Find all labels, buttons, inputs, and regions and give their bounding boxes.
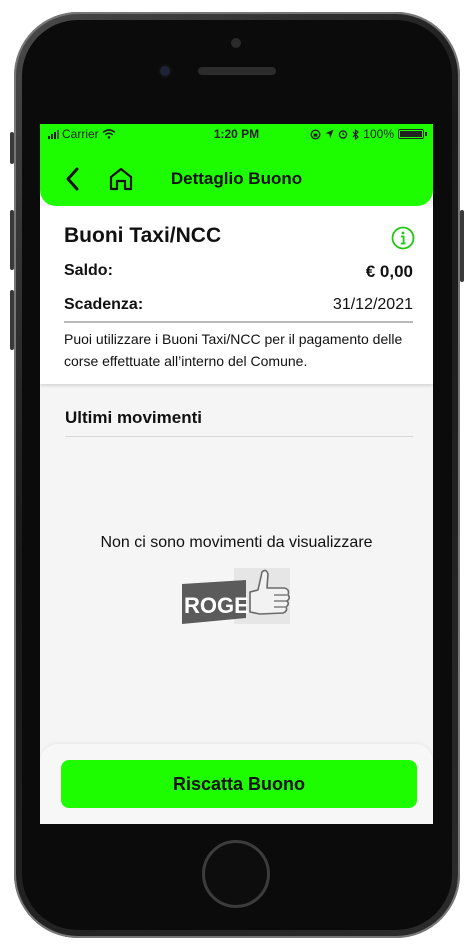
empty-state-text: Non ci sono movimenti da visualizzare [100,534,373,551]
mute-switch [10,132,14,164]
location-icon [325,129,334,139]
roger-logo: ROGER [182,568,291,624]
earpiece-speaker [198,67,276,75]
front-camera [160,66,170,76]
page-title: Dettaglio Buono [170,169,303,188]
saldo-label: Saldo: [64,262,113,279]
redeem-voucher-button[interactable]: Riscatta Buono [61,760,417,808]
navigation-bar: Dettaglio Buono [40,162,433,196]
battery-tip [425,132,427,136]
volume-down-button [10,290,14,350]
home-button[interactable] [202,840,270,908]
saldo-value: € 0,00 [365,262,413,281]
scadenza-label: Scadenza: [64,296,144,313]
volume-up-button [10,210,14,270]
power-button [460,210,464,282]
footer-bar: Riscatta Buono [40,744,433,824]
scadenza-row: Scadenza: 31/12/2021 [64,296,413,314]
lock-rotation-icon [310,128,321,140]
movements-divider [65,436,413,437]
card-divider [64,321,413,323]
voucher-card: Buoni Taxi/NCC Saldo: € 0,00 Scadenza: 3… [40,206,433,384]
voucher-description: Puoi utilizzare i Buoni Taxi/NCC per il … [64,331,403,369]
proximity-sensor [231,38,241,48]
info-icon[interactable] [391,226,415,250]
voucher-title: Buoni Taxi/NCC [64,224,222,247]
movements-title: Ultimi movimenti [65,408,202,427]
alarm-icon [338,130,348,139]
app-header: Carrier 1:20 PM 100% Dettaglio Buono [40,124,433,206]
battery-percent: 100% [363,127,394,141]
bluetooth-icon [352,128,360,140]
battery-icon [398,129,424,139]
status-bar: Carrier 1:20 PM 100% [40,124,433,144]
scadenza-value: 31/12/2021 [332,296,413,313]
saldo-row: Saldo: € 0,00 [64,262,413,281]
app-screen: Carrier 1:20 PM 100% Dettaglio Buono Buo… [40,124,433,824]
